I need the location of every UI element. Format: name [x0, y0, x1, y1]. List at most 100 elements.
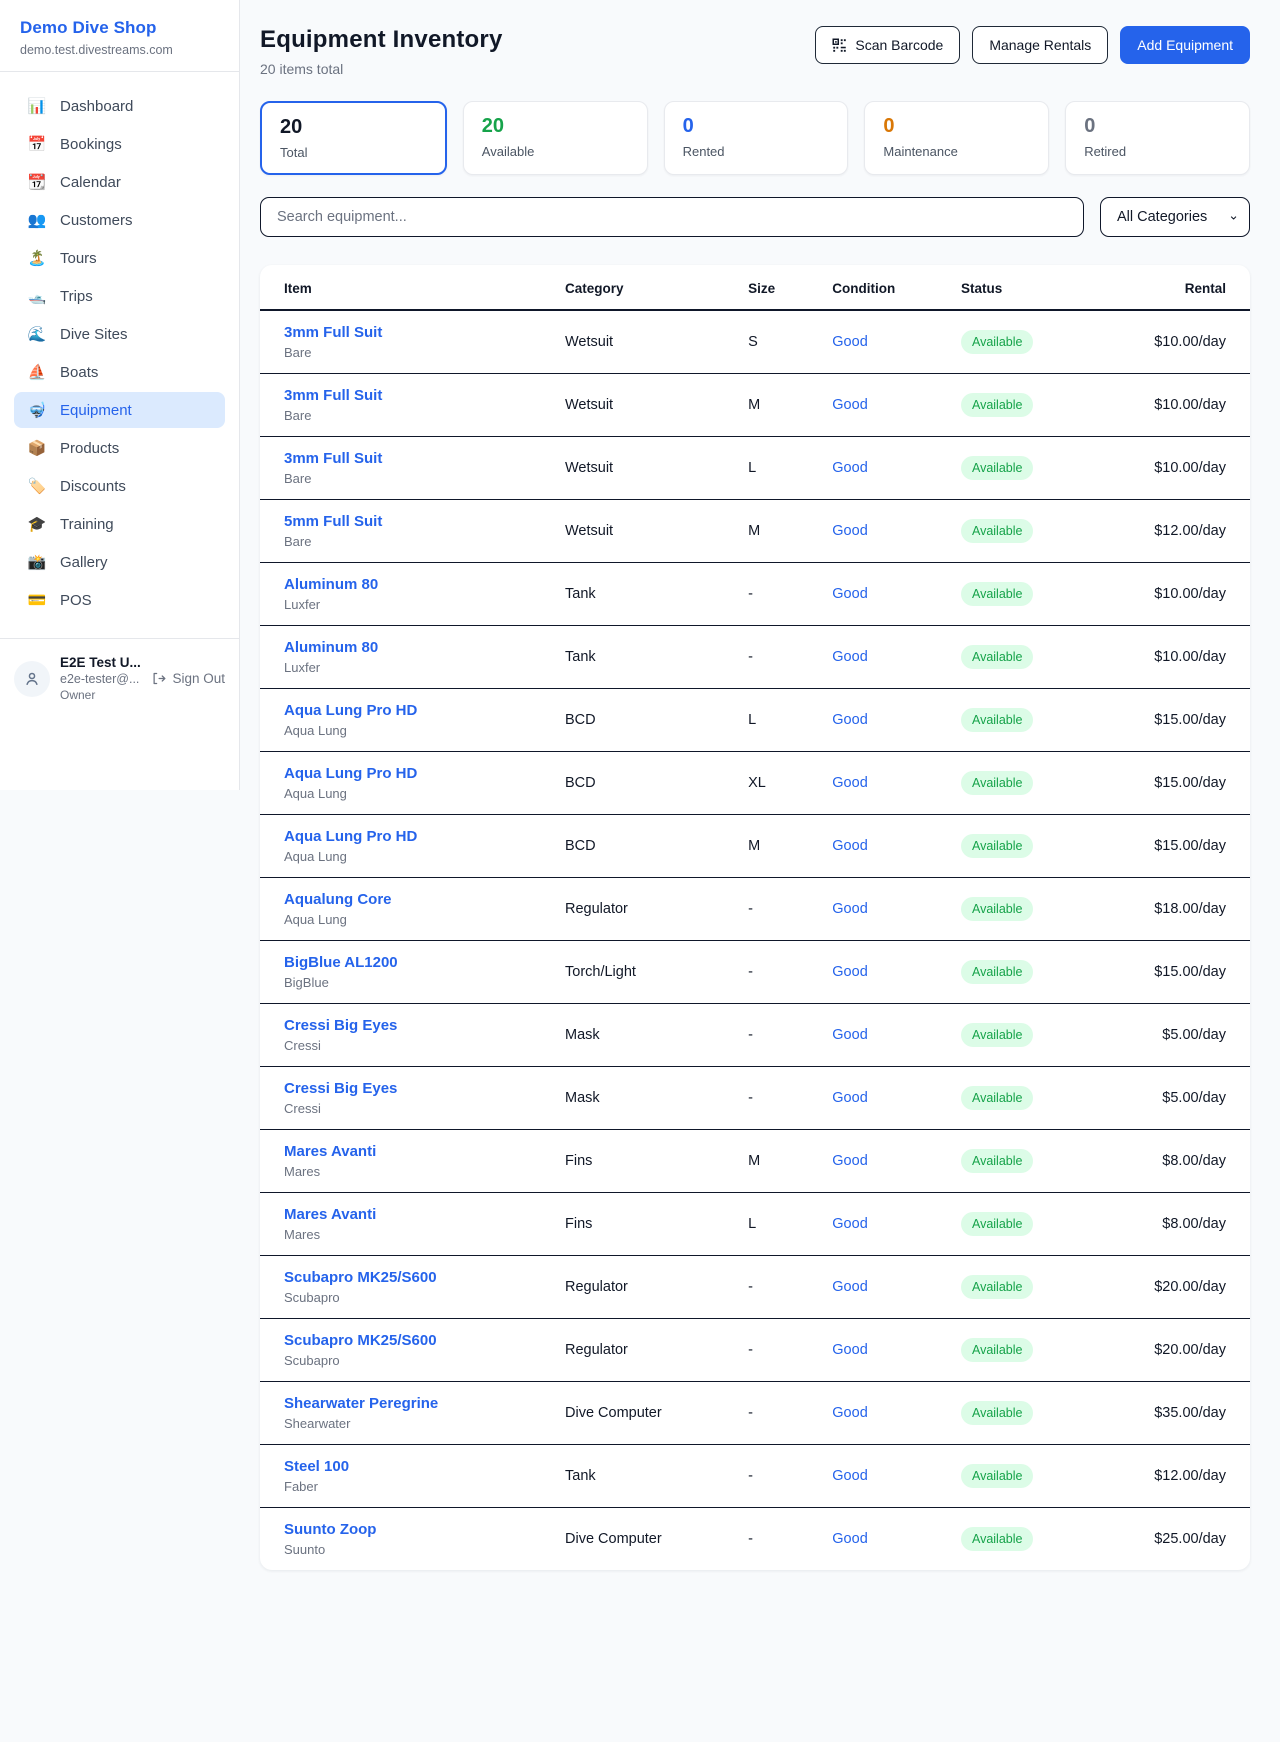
item-name-link[interactable]: Aqualung Core — [284, 891, 549, 908]
stat-card-available[interactable]: 20 Available — [463, 101, 648, 175]
item-name-link[interactable]: Aluminum 80 — [284, 639, 549, 656]
equipment-table: Item Category Size Condition Status Rent… — [260, 265, 1250, 1570]
condition-link[interactable]: Good — [832, 1216, 867, 1232]
sidebar-item-label: Dashboard — [60, 98, 133, 115]
size-cell: - — [740, 1508, 824, 1571]
size-cell: - — [740, 1382, 824, 1445]
item-cell: 3mm Full Suit Bare — [260, 310, 557, 374]
stat-card-retired[interactable]: 0 Retired — [1065, 101, 1250, 175]
condition-link[interactable]: Good — [832, 964, 867, 980]
sidebar-item-pos[interactable]: 💳 POS — [14, 582, 225, 618]
item-name-link[interactable]: Aqua Lung Pro HD — [284, 765, 549, 782]
sidebar-item-customers[interactable]: 👥 Customers — [14, 202, 225, 238]
add-equipment-button[interactable]: Add Equipment — [1120, 26, 1250, 64]
sidebar-item-products[interactable]: 📦 Products — [14, 430, 225, 466]
sidebar-nav: 📊 Dashboard 📅 Bookings 📆 Calendar 👥 Cust… — [0, 72, 239, 630]
condition-link[interactable]: Good — [832, 1342, 867, 1358]
item-name-link[interactable]: Steel 100 — [284, 1458, 549, 1475]
item-name-link[interactable]: 3mm Full Suit — [284, 324, 549, 341]
manage-rentals-button[interactable]: Manage Rentals — [972, 26, 1108, 64]
condition-link[interactable]: Good — [832, 1405, 867, 1421]
sidebar-item-dive-sites[interactable]: 🌊 Dive Sites — [14, 316, 225, 352]
condition-link[interactable]: Good — [832, 1279, 867, 1295]
condition-link[interactable]: Good — [832, 397, 867, 413]
sidebar-item-label: Equipment — [60, 402, 132, 419]
page-subtitle: 20 items total — [260, 61, 503, 77]
item-name-link[interactable]: Mares Avanti — [284, 1143, 549, 1160]
search-input[interactable] — [260, 197, 1084, 237]
item-name-link[interactable]: 3mm Full Suit — [284, 387, 549, 404]
rental-cell: $20.00/day — [1126, 1256, 1250, 1319]
sidebar-item-dashboard[interactable]: 📊 Dashboard — [14, 88, 225, 124]
item-name-link[interactable]: Mares Avanti — [284, 1206, 549, 1223]
user-email: e2e-tester@... — [60, 672, 141, 686]
status-cell: Available — [953, 752, 1126, 815]
condition-link[interactable]: Good — [832, 1027, 867, 1043]
item-name-link[interactable]: Suunto Zoop — [284, 1521, 549, 1538]
condition-link[interactable]: Good — [832, 1531, 867, 1547]
sidebar-item-equipment[interactable]: 🤿 Equipment — [14, 392, 225, 428]
item-cell: Aqua Lung Pro HD Aqua Lung — [260, 752, 557, 815]
condition-cell: Good — [824, 626, 953, 689]
item-name-link[interactable]: 3mm Full Suit — [284, 450, 549, 467]
condition-link[interactable]: Good — [832, 649, 867, 665]
item-brand: Aqua Lung — [284, 723, 549, 738]
sidebar-item-calendar[interactable]: 📆 Calendar — [14, 164, 225, 200]
condition-link[interactable]: Good — [832, 712, 867, 728]
condition-link[interactable]: Good — [832, 775, 867, 791]
condition-link[interactable]: Good — [832, 1468, 867, 1484]
item-name-link[interactable]: Scubapro MK25/S600 — [284, 1269, 549, 1286]
item-name-link[interactable]: Aqua Lung Pro HD — [284, 702, 549, 719]
condition-link[interactable]: Good — [832, 901, 867, 917]
sidebar-item-tours[interactable]: 🏝️ Tours — [14, 240, 225, 276]
condition-link[interactable]: Good — [832, 460, 867, 476]
item-name-link[interactable]: Aqua Lung Pro HD — [284, 828, 549, 845]
people-icon: 👥 — [27, 211, 47, 229]
sidebar-item-boats[interactable]: ⛵ Boats — [14, 354, 225, 390]
item-cell: 3mm Full Suit Bare — [260, 437, 557, 500]
item-cell: Cressi Big Eyes Cressi — [260, 1067, 557, 1130]
condition-link[interactable]: Good — [832, 586, 867, 602]
item-name-link[interactable]: BigBlue AL1200 — [284, 954, 549, 971]
item-name-link[interactable]: Aluminum 80 — [284, 576, 549, 593]
sidebar-item-trips[interactable]: 🛥️ Trips — [14, 278, 225, 314]
condition-link[interactable]: Good — [832, 334, 867, 350]
rental-cell: $5.00/day — [1126, 1067, 1250, 1130]
item-name-link[interactable]: Cressi Big Eyes — [284, 1017, 549, 1034]
sidebar-item-gallery[interactable]: 📸 Gallery — [14, 544, 225, 580]
status-cell: Available — [953, 1319, 1126, 1382]
item-name-link[interactable]: Shearwater Peregrine — [284, 1395, 549, 1412]
stat-card-total[interactable]: 20 Total — [260, 101, 447, 175]
stat-card-maintenance[interactable]: 0 Maintenance — [864, 101, 1049, 175]
item-name-link[interactable]: Scubapro MK25/S600 — [284, 1332, 549, 1349]
condition-link[interactable]: Good — [832, 523, 867, 539]
status-cell: Available — [953, 689, 1126, 752]
sidebar-item-bookings[interactable]: 📅 Bookings — [14, 126, 225, 162]
category-select-wrap: All Categories ⌄ — [1100, 197, 1250, 237]
item-name-link[interactable]: Cressi Big Eyes — [284, 1080, 549, 1097]
item-brand: Bare — [284, 534, 549, 549]
condition-link[interactable]: Good — [832, 838, 867, 854]
category-cell: Regulator — [557, 878, 740, 941]
rental-cell: $35.00/day — [1126, 1382, 1250, 1445]
category-select[interactable]: All Categories — [1100, 197, 1250, 237]
item-brand: Bare — [284, 408, 549, 423]
stat-card-rented[interactable]: 0 Rented — [664, 101, 849, 175]
sidebar-item-discounts[interactable]: 🏷️ Discounts — [14, 468, 225, 504]
scan-barcode-button[interactable]: Scan Barcode — [815, 26, 960, 64]
sidebar-item-training[interactable]: 🎓 Training — [14, 506, 225, 542]
sign-out-button[interactable]: Sign Out — [151, 671, 225, 686]
table-row: 3mm Full Suit Bare Wetsuit S Good Availa… — [260, 310, 1250, 374]
item-name-link[interactable]: 5mm Full Suit — [284, 513, 549, 530]
sidebar-item-label: POS — [60, 592, 92, 609]
sidebar-item-label: Products — [60, 440, 119, 457]
item-cell: Shearwater Peregrine Shearwater — [260, 1382, 557, 1445]
condition-link[interactable]: Good — [832, 1090, 867, 1106]
size-cell: M — [740, 374, 824, 437]
condition-link[interactable]: Good — [832, 1153, 867, 1169]
item-brand: Shearwater — [284, 1416, 549, 1431]
status-badge: Available — [961, 1149, 1034, 1173]
category-cell: BCD — [557, 752, 740, 815]
scan-barcode-label: Scan Barcode — [855, 37, 943, 53]
status-cell: Available — [953, 1382, 1126, 1445]
